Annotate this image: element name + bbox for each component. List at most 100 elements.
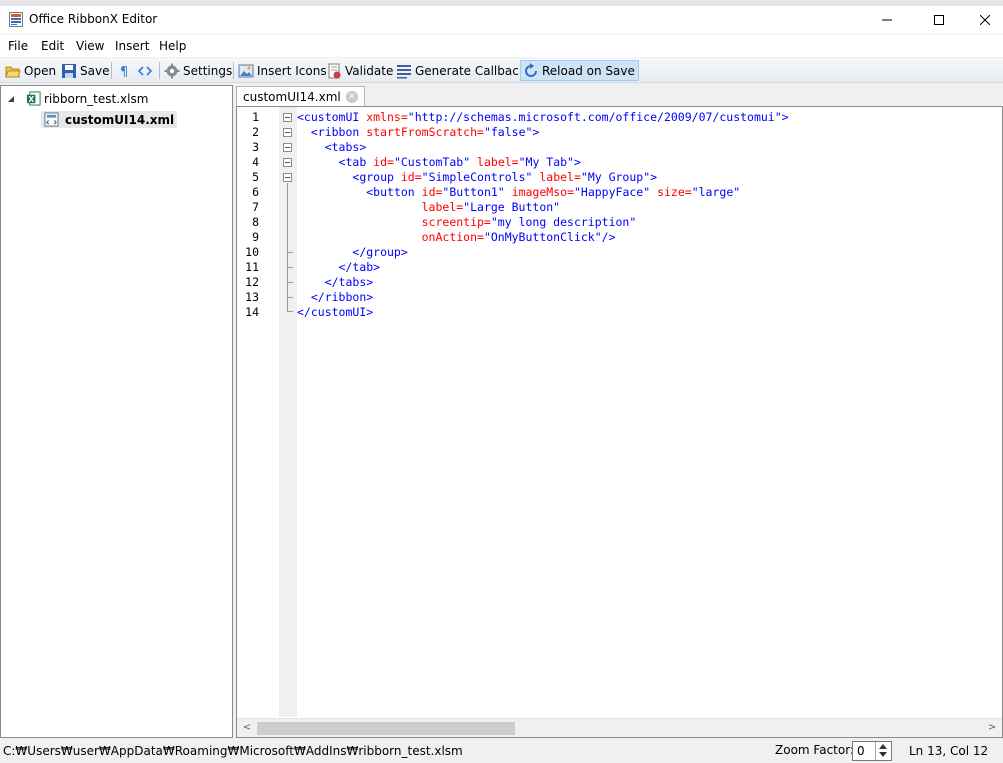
scrollbar-thumb[interactable] (257, 722, 515, 735)
app-icon (9, 12, 23, 27)
minimize-icon (882, 19, 892, 21)
tab-close-icon[interactable]: ✕ (345, 90, 358, 103)
line-number: 5 (252, 170, 259, 184)
reload-icon (525, 62, 537, 77)
save-button[interactable]: Save (61, 60, 109, 81)
validate-button[interactable]: Validate (326, 60, 393, 81)
xml-tag: </tab> (338, 260, 381, 274)
xml-tag: <button (366, 185, 415, 199)
open-label: Open (24, 63, 57, 78)
line-number-gutter: 1 2 3 4 5 6 7 8 9 10 11 12 13 14 (237, 107, 279, 737)
code-line: <group id="SimpleControls" label="My Gro… (297, 170, 657, 185)
settings-button[interactable]: Settings (164, 60, 232, 81)
menu-bar: File Edit View Insert Help (0, 35, 1003, 57)
show-whitespace-button[interactable]: ¶ (117, 60, 136, 81)
xml-attribute: label= (421, 200, 464, 214)
validate-label: Validate (345, 63, 394, 78)
line-number: 3 (252, 140, 259, 154)
xml-attribute: id= (366, 155, 394, 169)
editor-panel: customUI14.xml ✕ 1 2 3 4 5 6 7 8 9 10 11… (236, 85, 1003, 738)
file-path: C:₩Users₩user₩AppData₩Roaming₩Microsoft₩… (3, 744, 463, 758)
menu-insert[interactable]: Insert (115, 39, 149, 53)
minimize-button[interactable] (864, 6, 910, 34)
fold-toggle[interactable] (283, 128, 292, 137)
horizontal-scrollbar[interactable]: < > (237, 718, 1002, 737)
code-line: onAction="OnMyButtonClick"/> (297, 230, 616, 245)
svg-text:X: X (28, 95, 34, 104)
xml-tag: /> (601, 230, 616, 244)
menu-edit[interactable]: Edit (41, 39, 64, 53)
spin-down-icon[interactable] (879, 752, 887, 757)
xml-value: "large" (691, 185, 741, 199)
line-number: 4 (252, 155, 259, 169)
xml-tag: <customUI (297, 110, 360, 124)
code-line: </tabs> (297, 275, 373, 290)
line-number: 1 (252, 110, 259, 124)
toolbar-separator (233, 62, 234, 79)
xml-attribute: imageMso= (504, 185, 574, 199)
xml-tag: <tabs> (324, 140, 367, 154)
line-number: 7 (252, 200, 259, 214)
status-bar: C:₩Users₩user₩AppData₩Roaming₩Microsoft₩… (0, 740, 1003, 763)
scroll-left-icon[interactable]: < (240, 721, 254, 735)
xml-value: "OnMyButtonClick" (483, 230, 602, 244)
code-brackets-icon (137, 65, 153, 76)
menu-help[interactable]: Help (159, 39, 186, 53)
insert-image-icon (238, 64, 254, 77)
reload-on-save-label: Reload on Save (542, 63, 635, 78)
xml-value: "My Group" (580, 170, 651, 184)
xml-tag: </tabs> (324, 275, 374, 289)
xml-attribute: screentip= (421, 215, 491, 229)
title-bar: Office RibbonX Editor (0, 6, 1003, 34)
tree-node-customui14[interactable]: customUI14.xml (41, 111, 178, 128)
cursor-position: Ln 13, Col 12 (909, 744, 989, 758)
menu-view[interactable]: View (76, 39, 104, 53)
xml-tag: <ribbon (310, 125, 360, 139)
insert-icons-label: Insert Icons (257, 63, 327, 78)
xml-value: "My Tab" (518, 155, 574, 169)
zoom-factor-stepper[interactable]: 0 (852, 741, 892, 761)
reload-on-save-toggle[interactable]: Reload on Save (520, 60, 639, 81)
generate-callbacks-button[interactable]: Generate Callbacks (396, 60, 532, 81)
scroll-right-icon[interactable]: > (985, 721, 999, 735)
line-number: 10 (245, 245, 259, 259)
code-line: <tab id="CustomTab" label="My Tab"> (297, 155, 581, 170)
xml-value: "false" (483, 125, 533, 139)
xml-tag: > (532, 125, 540, 139)
save-label: Save (80, 63, 110, 78)
xml-tag: > (781, 110, 789, 124)
fold-toggle[interactable] (283, 158, 292, 167)
expand-triangle-icon[interactable] (6, 94, 16, 104)
open-button[interactable]: Open (5, 60, 56, 81)
line-number: 12 (245, 275, 259, 289)
fold-margin (279, 107, 297, 717)
tab-customui14[interactable]: customUI14.xml ✕ (236, 86, 365, 106)
maximize-button[interactable] (916, 6, 962, 34)
tree-node-workbook[interactable]: X ribborn_test.xlsm (6, 91, 148, 106)
fold-end-marker (287, 282, 293, 283)
xml-tag: </ribbon> (310, 290, 374, 304)
xml-value: "my long description" (490, 215, 637, 229)
spin-up-icon[interactable] (879, 744, 887, 749)
fold-toggle[interactable] (283, 143, 292, 152)
fold-toggle[interactable] (283, 113, 292, 122)
xml-attribute: id= (393, 170, 422, 184)
code-editor[interactable]: 1 2 3 4 5 6 7 8 9 10 11 12 13 14 <custom… (236, 106, 1003, 738)
close-button[interactable] (962, 6, 1003, 34)
zoom-spin-buttons[interactable] (875, 742, 891, 760)
code-text-area[interactable]: <customUI xmlns="http://schemas.microsof… (297, 107, 1002, 717)
menu-file[interactable]: File (8, 39, 28, 53)
xml-file-icon (44, 112, 59, 127)
fold-end-marker (287, 267, 293, 268)
format-code-button[interactable] (137, 60, 156, 81)
fold-toggle[interactable] (283, 173, 292, 182)
code-line: <tabs> (297, 140, 367, 155)
insert-icons-button[interactable]: Insert Icons (238, 60, 327, 81)
toolbar-separator (159, 62, 160, 79)
